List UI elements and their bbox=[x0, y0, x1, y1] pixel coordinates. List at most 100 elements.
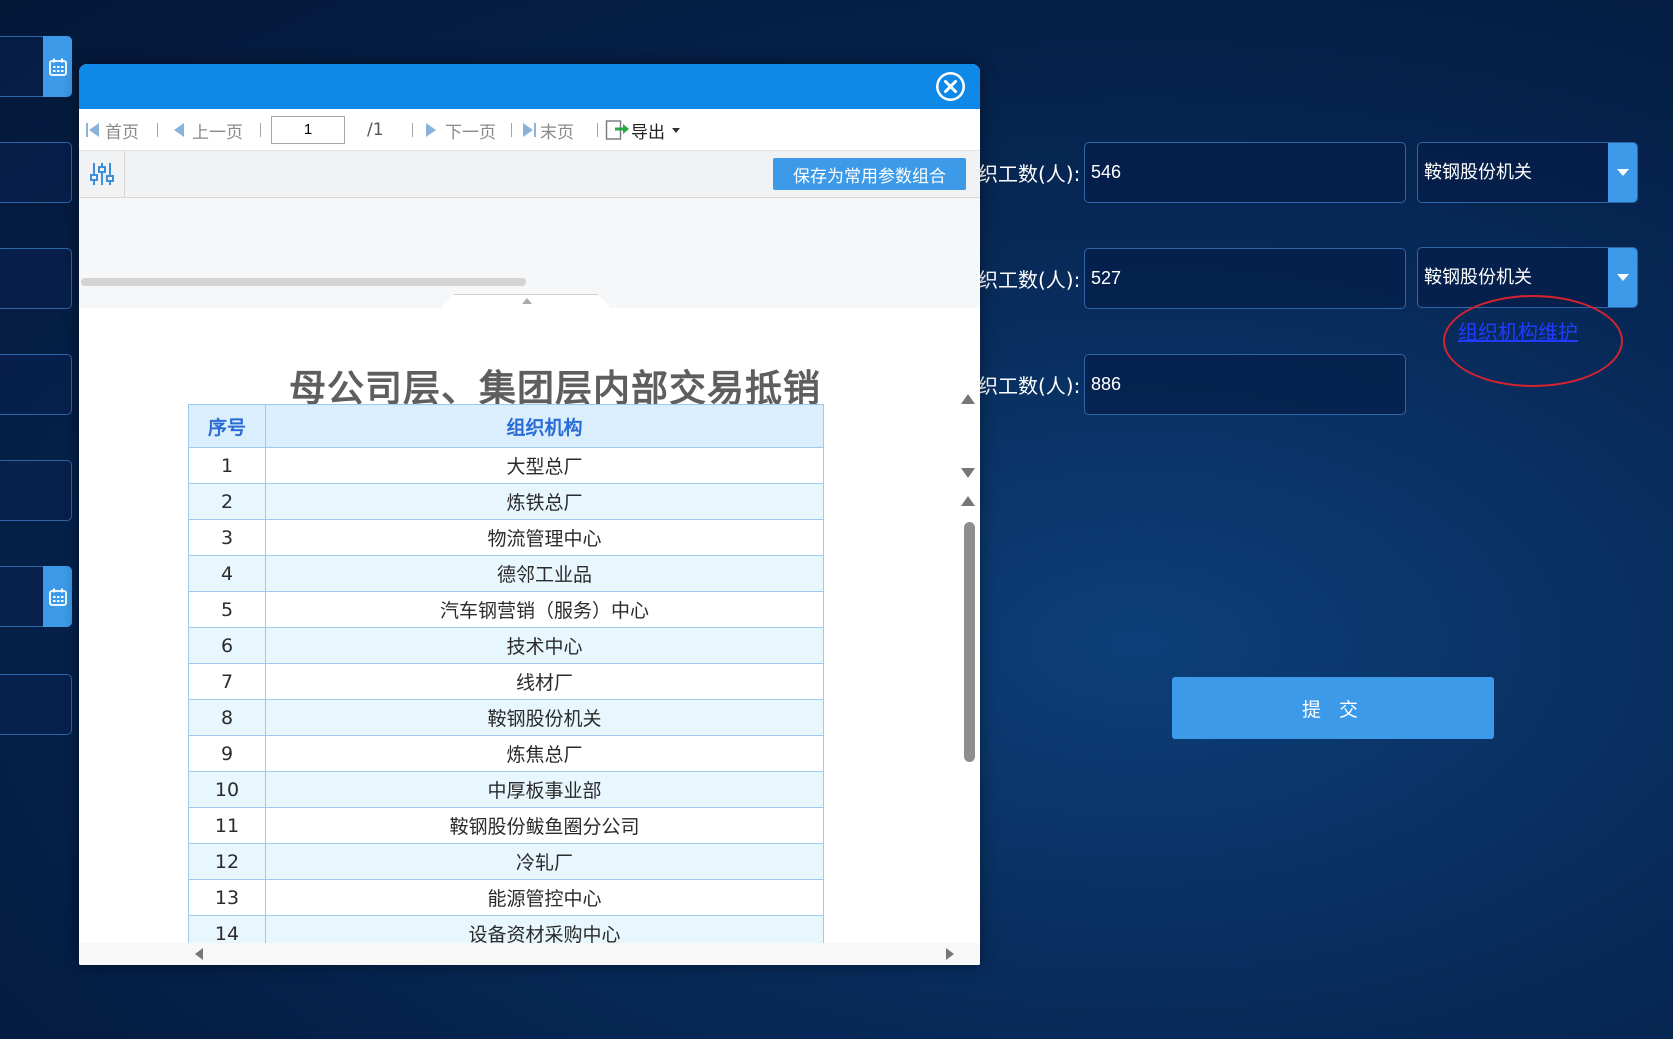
org-name-cell: 技术中心 bbox=[265, 627, 824, 664]
table-row: 6 技术中心 bbox=[188, 627, 824, 664]
row-index-cell: 1 bbox=[188, 447, 266, 484]
last-page-button[interactable]: 末页 bbox=[520, 109, 574, 151]
first-page-label: 首页 bbox=[105, 122, 139, 143]
close-button[interactable] bbox=[936, 72, 965, 101]
next-page-icon bbox=[426, 123, 436, 137]
org-name-cell: 中厚板事业部 bbox=[265, 771, 824, 808]
first-page-button[interactable]: 首页 bbox=[84, 109, 139, 151]
scroll-right-arrow-icon[interactable] bbox=[944, 947, 956, 961]
calendar-icon bbox=[48, 588, 67, 606]
scroll-up-arrow-icon[interactable] bbox=[961, 394, 975, 404]
collapse-toggle[interactable] bbox=[441, 294, 611, 308]
org-name-cell: 大型总厂 bbox=[265, 447, 824, 484]
annotation-ellipse bbox=[1443, 295, 1623, 387]
left-field-3[interactable] bbox=[0, 248, 72, 309]
org-name-cell: 德邻工业品 bbox=[265, 555, 824, 592]
employee-count-input-2[interactable]: 527 bbox=[1084, 248, 1406, 309]
left-field-5[interactable] bbox=[0, 460, 72, 521]
table-row: 7 线材厂 bbox=[188, 663, 824, 700]
row-index-cell: 9 bbox=[188, 735, 266, 772]
close-icon bbox=[938, 74, 963, 99]
page-total: /1 bbox=[367, 109, 384, 151]
table-row: 12 冷轧厂 bbox=[188, 843, 824, 880]
submit-button[interactable]: 提 交 bbox=[1172, 677, 1494, 739]
org-name-cell: 鞍钢股份鲅鱼圈分公司 bbox=[265, 807, 824, 844]
dialog-header bbox=[79, 64, 980, 109]
sliders-icon bbox=[89, 163, 114, 185]
row-index-cell: 4 bbox=[188, 555, 266, 592]
page-total-text: /1 bbox=[367, 120, 384, 140]
row-index-cell: 13 bbox=[188, 879, 266, 916]
table-row: 2 炼铁总厂 bbox=[188, 483, 824, 520]
report-table-body: 1 大型总厂 2 炼铁总厂 3 物流管理中心 4 德邻工业品 5 汽车钢营销（服务）中心 6 技术中心… bbox=[188, 447, 824, 952]
row-index-cell: 10 bbox=[188, 771, 266, 808]
dropdown-arrow-icon[interactable] bbox=[1608, 248, 1637, 307]
next-page-button[interactable]: 下一页 bbox=[423, 109, 496, 151]
report-dialog: 首页 上一页 1 /1 下一页 末页 导出 保存为常用参数组合 母公司层、集团层… bbox=[79, 64, 980, 965]
divider bbox=[412, 123, 413, 137]
org-select-1[interactable]: 鞍钢股份机关 bbox=[1417, 142, 1638, 203]
employee-count-input-1[interactable]: 546 bbox=[1084, 142, 1406, 203]
org-name-cell: 鞍钢股份机关 bbox=[265, 699, 824, 736]
org-name-cell: 炼焦总厂 bbox=[265, 735, 824, 772]
export-button[interactable]: 导出 bbox=[605, 109, 681, 151]
collapse-up-icon bbox=[522, 298, 532, 304]
prev-page-button[interactable]: 上一页 bbox=[171, 109, 243, 151]
horizontal-scrollbar[interactable] bbox=[79, 943, 980, 965]
column-header: 组织机构 bbox=[265, 404, 824, 448]
left-field-2[interactable] bbox=[0, 142, 72, 203]
scroll-down-arrow-icon[interactable] bbox=[961, 468, 975, 478]
employee-count-input-3[interactable]: 886 bbox=[1084, 354, 1406, 415]
table-row: 8 鞍钢股份机关 bbox=[188, 699, 824, 736]
first-page-icon bbox=[86, 123, 99, 137]
calendar-icon bbox=[48, 58, 67, 76]
row-index-cell: 6 bbox=[188, 627, 266, 664]
table-row: 11 鞍钢股份鲅鱼圈分公司 bbox=[188, 807, 824, 844]
last-page-label: 末页 bbox=[540, 122, 574, 143]
save-params-button[interactable]: 保存为常用参数组合 bbox=[773, 158, 966, 190]
left-field-4[interactable] bbox=[0, 354, 72, 415]
scroll-up-arrow-icon[interactable] bbox=[961, 496, 975, 506]
dropdown-arrow-icon[interactable] bbox=[1608, 143, 1637, 202]
table-row: 4 德邻工业品 bbox=[188, 555, 824, 592]
export-icon bbox=[605, 120, 629, 140]
employee-count-label-3: 织工数(人): bbox=[978, 374, 1081, 398]
row-index-cell: 5 bbox=[188, 591, 266, 628]
table-row: 3 物流管理中心 bbox=[188, 519, 824, 556]
divider bbox=[260, 123, 261, 137]
table-row: 10 中厚板事业部 bbox=[188, 771, 824, 808]
org-name-cell: 炼铁总厂 bbox=[265, 483, 824, 520]
pagination-toolbar: 首页 上一页 1 /1 下一页 末页 导出 bbox=[79, 109, 980, 151]
prev-page-icon bbox=[174, 123, 184, 137]
table-row: 1 大型总厂 bbox=[188, 447, 824, 484]
table-row: 5 汽车钢营销（服务）中心 bbox=[188, 591, 824, 628]
table-row: 9 炼焦总厂 bbox=[188, 735, 824, 772]
parameter-scrollbar[interactable] bbox=[81, 278, 526, 286]
vertical-scrollbar-thumb[interactable] bbox=[964, 522, 975, 762]
table-row: 13 能源管控中心 bbox=[188, 879, 824, 916]
last-page-icon bbox=[523, 123, 536, 137]
next-page-label: 下一页 bbox=[445, 122, 496, 143]
org-name-cell: 汽车钢营销（服务）中心 bbox=[265, 591, 824, 628]
parameter-area bbox=[79, 198, 980, 308]
table-header-row: 序号 组织机构 bbox=[188, 404, 824, 448]
report-viewer: 母公司层、集团层内部交易抵销表 序号 组织机构 1大型总厂2炼铁总厂3物流管理中… bbox=[79, 308, 980, 965]
row-index-cell: 11 bbox=[188, 807, 266, 844]
scroll-left-arrow-icon[interactable] bbox=[193, 947, 205, 961]
left-field-7[interactable] bbox=[0, 674, 72, 735]
calendar-button-1[interactable] bbox=[43, 36, 72, 97]
row-index-cell: 12 bbox=[188, 843, 266, 880]
divider bbox=[157, 123, 158, 137]
org-name-cell: 冷轧厂 bbox=[265, 843, 824, 880]
row-index-cell: 3 bbox=[188, 519, 266, 556]
employee-count-label-1: 织工数(人): bbox=[978, 162, 1081, 186]
row-index-cell: 2 bbox=[188, 483, 266, 520]
calendar-button-2[interactable] bbox=[43, 566, 72, 627]
divider bbox=[511, 123, 512, 137]
parameter-settings-button[interactable] bbox=[79, 151, 125, 197]
org-name-cell: 线材厂 bbox=[265, 663, 824, 700]
export-label: 导出 bbox=[631, 122, 665, 143]
page-number-input[interactable]: 1 bbox=[271, 116, 345, 144]
org-name-cell: 能源管控中心 bbox=[265, 879, 824, 916]
parameter-bar: 保存为常用参数组合 bbox=[79, 151, 980, 198]
